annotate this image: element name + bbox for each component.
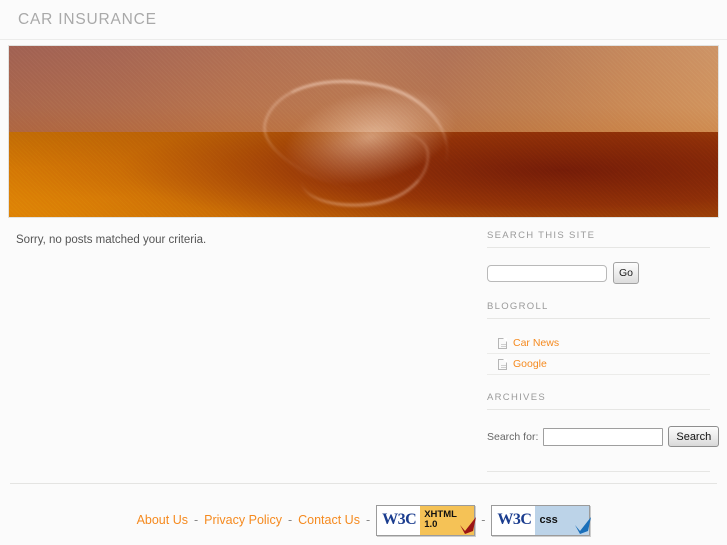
w3c-logo-text: W3C	[492, 505, 536, 535]
widget-title-archives: ARCHIVES	[487, 392, 546, 403]
page-body: Sorry, no posts matched your criteria. S…	[0, 218, 727, 489]
sidebar: SEARCH THIS SITE Go BLOGROLL Car News Go…	[478, 218, 727, 489]
widget-title-blogroll: BLOGROLL	[487, 301, 549, 312]
blogroll-list: Car News Google	[487, 333, 710, 375]
w3c-css-validation-badge[interactable]: W3C css	[491, 504, 592, 536]
site-search-form: Go	[487, 262, 710, 284]
archives-search-form: Search for: Search	[487, 424, 720, 447]
footer-link-about-us[interactable]: About Us	[137, 513, 188, 527]
site-search-input[interactable]	[487, 264, 607, 282]
list-item[interactable]: Car News	[487, 333, 710, 354]
banner-artwork	[9, 46, 718, 217]
site-title: CAR INSURANCE	[18, 11, 157, 28]
blogroll-link-google[interactable]: Google	[513, 358, 547, 370]
widget-search-this-site: SEARCH THIS SITE Go	[487, 230, 710, 284]
checkmark-icon	[458, 516, 478, 534]
widget-divider	[487, 471, 710, 472]
footer-separator: -	[481, 513, 486, 527]
footer-link-contact-us[interactable]: Contact Us	[298, 513, 360, 527]
header-banner-image	[8, 45, 719, 218]
archives-search-label: Search for:	[487, 430, 539, 443]
blogroll-link-car-news[interactable]: Car News	[513, 337, 559, 349]
footer-link-privacy-policy[interactable]: Privacy Policy	[204, 513, 282, 527]
badge-xhtml-line2: 1.0	[424, 519, 438, 530]
badge-css-text: css	[539, 513, 558, 526]
footer-separator: -	[365, 513, 371, 527]
archives-search-input[interactable]	[543, 427, 664, 446]
footer-separator: -	[287, 513, 293, 527]
w3c-logo-text: W3C	[377, 505, 421, 535]
banner-texture	[9, 46, 718, 217]
archives-search-button[interactable]: Search	[668, 426, 720, 447]
site-search-go-button[interactable]: Go	[613, 262, 639, 284]
site-footer: About Us - Privacy Policy - Contact Us -…	[0, 483, 727, 545]
widget-divider	[487, 409, 710, 410]
badge-xhtml-panel: XHTML 1.0	[420, 505, 477, 535]
badge-xhtml-line1: XHTML	[424, 508, 457, 520]
w3c-xhtml-validation-badge[interactable]: W3C XHTML 1.0	[376, 504, 477, 536]
badge-css-panel: css	[535, 505, 592, 535]
badge-xhtml-text: XHTML 1.0	[424, 508, 457, 531]
no-posts-message: Sorry, no posts matched your criteria.	[16, 234, 207, 246]
widget-archives: ARCHIVES Search for: Search	[487, 392, 720, 472]
checkmark-icon	[573, 516, 593, 534]
list-item[interactable]: Google	[487, 354, 710, 375]
footer-separator: -	[193, 513, 199, 527]
footer-content: About Us - Privacy Policy - Contact Us -…	[0, 484, 727, 542]
widget-divider	[487, 318, 710, 319]
main-content: Sorry, no posts matched your criteria.	[0, 218, 478, 246]
widget-blogroll: BLOGROLL Car News Google	[487, 301, 710, 375]
widget-title-search: SEARCH THIS SITE	[487, 230, 596, 241]
site-header: CAR INSURANCE	[0, 0, 727, 40]
widget-divider	[487, 247, 710, 248]
document-icon	[498, 358, 507, 370]
document-icon	[498, 337, 507, 349]
